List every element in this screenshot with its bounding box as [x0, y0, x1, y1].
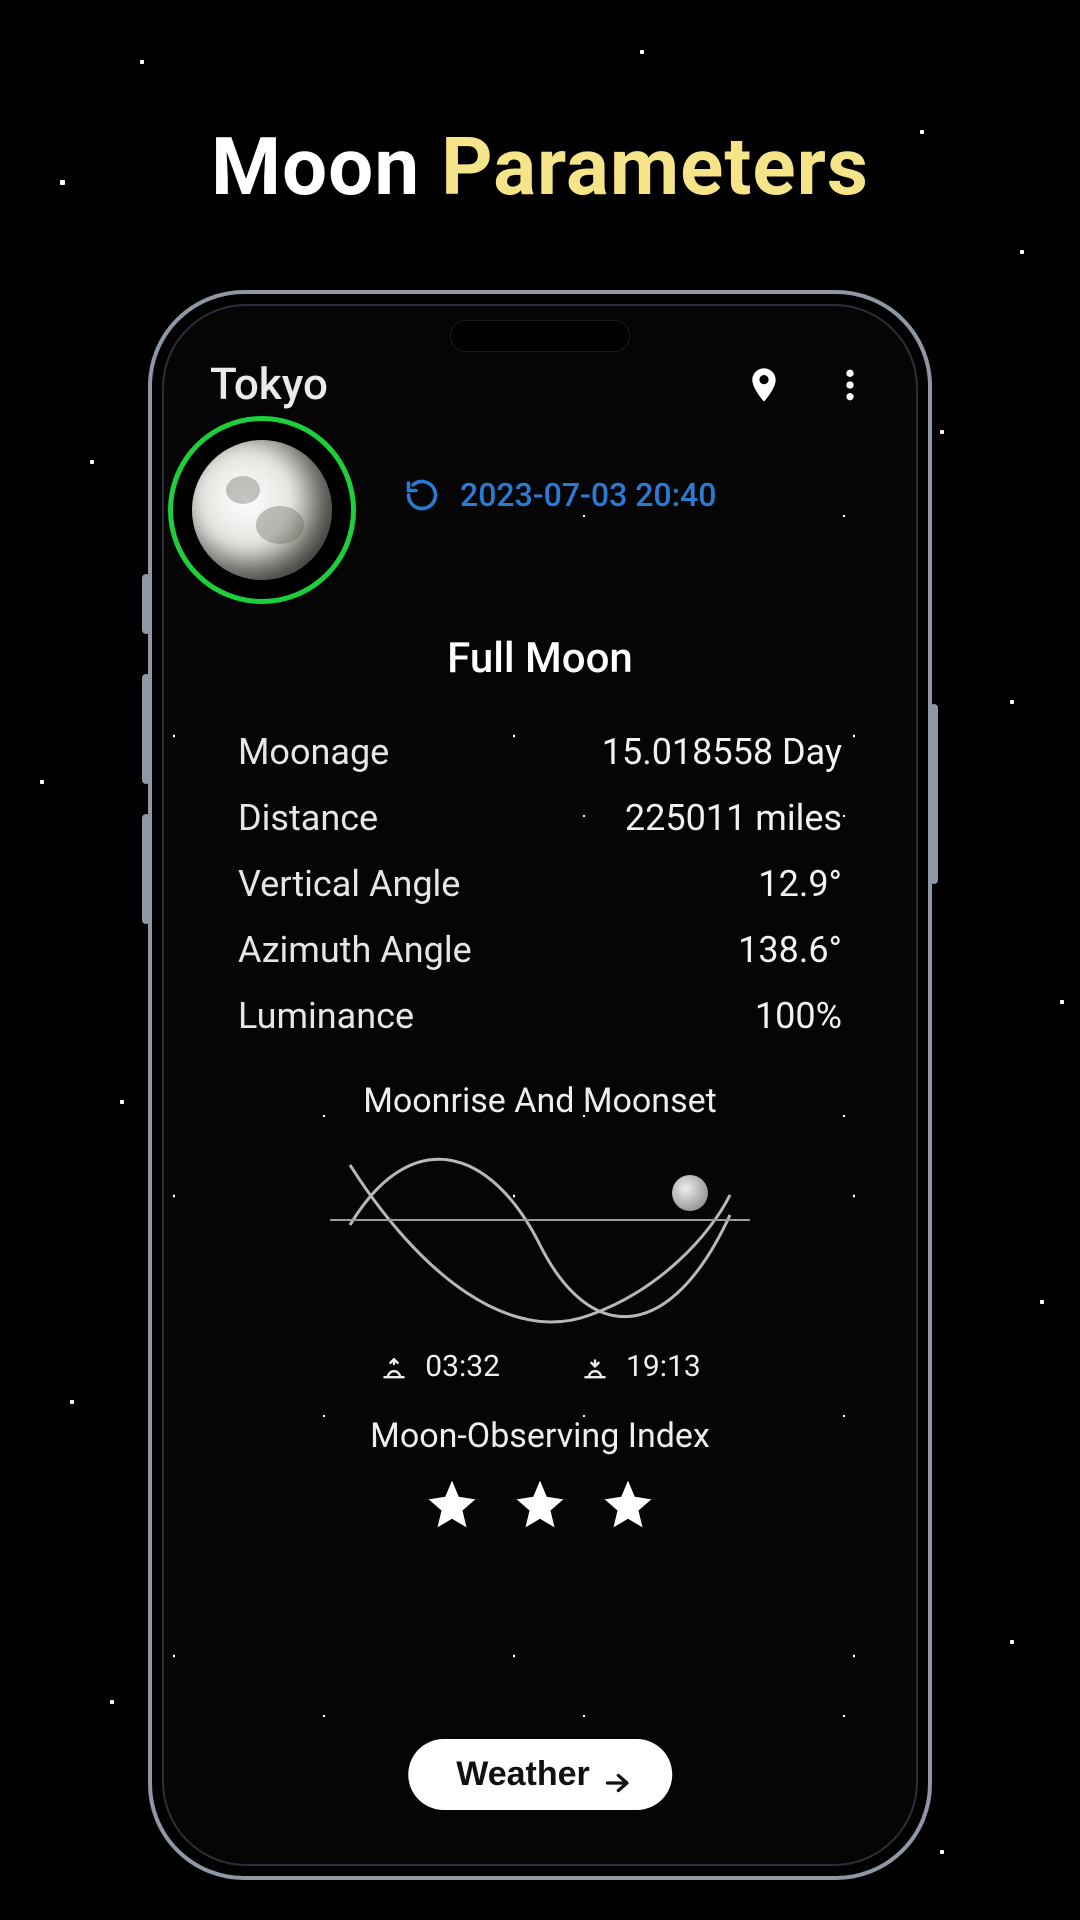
app-header: Tokyo [204, 358, 876, 410]
star-icon [424, 1476, 480, 1532]
datetime-text: 2023-07-03 20:40 [460, 476, 716, 514]
param-label: Azimuth Angle [238, 929, 472, 971]
param-label: Vertical Angle [238, 863, 460, 905]
param-value: 225011 miles [625, 797, 842, 839]
marketing-title-accent: Parameters [441, 120, 869, 214]
marketing-title-plain: Moon [211, 120, 420, 214]
moon-phase-image[interactable] [168, 416, 356, 604]
datetime-picker[interactable]: 2023-07-03 20:40 [404, 476, 716, 514]
moonset-value: 19:13 [626, 1349, 701, 1384]
param-row-luminance: Luminance 100% [238, 983, 842, 1049]
observing-index-heading: Moon-Observing Index [204, 1416, 876, 1456]
weather-button-label: Weather [456, 1755, 590, 1794]
param-label: Moonage [238, 731, 389, 773]
rise-set-heading: Moonrise And Moonset [204, 1081, 876, 1121]
param-row-azimuth-angle: Azimuth Angle 138.6° [238, 917, 842, 983]
param-value: 100% [755, 995, 842, 1037]
location-pin-icon[interactable] [744, 364, 784, 404]
phone-frame: Tokyo [148, 290, 932, 1880]
observing-index-stars [204, 1476, 876, 1532]
param-label: Luminance [238, 995, 414, 1037]
star-icon [600, 1476, 656, 1532]
marketing-title: Moon Parameters [0, 120, 1080, 214]
param-row-vertical-angle: Vertical Angle 12.9° [238, 851, 842, 917]
param-label: Distance [238, 797, 378, 839]
weather-button[interactable]: Weather [408, 1739, 672, 1810]
param-row-moonage: Moonage 15.018558 Day [238, 719, 842, 785]
phase-name: Full Moon [204, 634, 876, 683]
moonset-icon [580, 1355, 610, 1379]
param-value: 12.9° [758, 863, 842, 905]
moon-trajectory-graph [330, 1145, 750, 1345]
app-screen: Tokyo [162, 304, 918, 1866]
rise-set-times: 03:32 19:13 [204, 1349, 876, 1384]
moonrise-value: 03:32 [425, 1349, 500, 1384]
arrow-right-icon [604, 1764, 630, 1786]
star-icon [512, 1476, 568, 1532]
more-vertical-icon[interactable] [830, 364, 870, 404]
moonset-time: 19:13 [580, 1349, 701, 1384]
horizon-line [330, 1219, 750, 1221]
param-value: 138.6° [738, 929, 842, 971]
moonrise-icon [379, 1355, 409, 1379]
parameter-list: Moonage 15.018558 Day Distance 225011 mi… [238, 719, 842, 1049]
location-name[interactable]: Tokyo [210, 358, 328, 410]
current-moon-position-icon [672, 1175, 708, 1211]
param-row-distance: Distance 225011 miles [238, 785, 842, 851]
moonrise-time: 03:32 [379, 1349, 500, 1384]
param-value: 15.018558 Day [602, 731, 842, 773]
history-refresh-icon[interactable] [404, 477, 440, 513]
moon-icon [192, 440, 332, 580]
